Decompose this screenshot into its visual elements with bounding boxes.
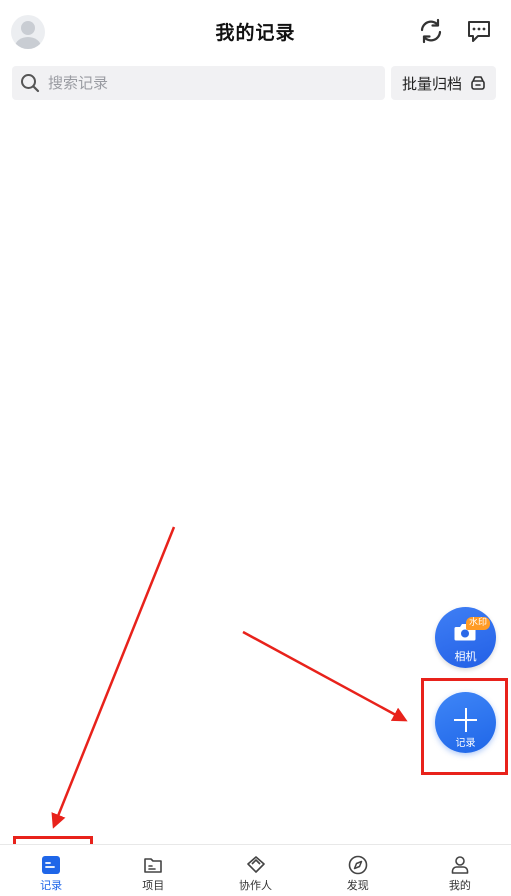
batch-archive-button[interactable]: 批量归档	[391, 66, 496, 100]
archive-icon	[471, 76, 485, 90]
search-input[interactable]	[46, 73, 350, 93]
arrow-to-record-tab	[51, 526, 176, 829]
search-bar[interactable]	[12, 66, 385, 100]
compass-icon	[348, 855, 368, 875]
folder-icon	[144, 858, 163, 873]
tab-collaborators[interactable]: 协作人	[204, 845, 306, 896]
tab-mine[interactable]: 我的	[409, 845, 511, 896]
record-icon	[42, 856, 61, 874]
highlight-box-fab	[421, 678, 508, 775]
sync-button[interactable]	[417, 17, 445, 45]
collaborator-icon	[246, 856, 265, 873]
tab-records-label: 记录	[40, 879, 63, 892]
batch-archive-label: 批量归档	[402, 74, 463, 93]
tab-records[interactable]: 记录	[0, 845, 102, 896]
tab-projects-label: 项目	[142, 879, 165, 892]
search-icon	[21, 74, 40, 93]
bottom-tab-bar: 记录 项目 协作人 发现 我的	[0, 844, 511, 896]
message-icon	[468, 21, 490, 42]
tab-collaborators-label: 协作人	[239, 879, 272, 892]
profile-icon	[451, 856, 469, 874]
camera-fab-label: 相机	[454, 650, 477, 663]
tab-projects[interactable]: 项目	[102, 845, 204, 896]
arrow-to-record-fab	[242, 630, 408, 722]
top-header: 我的记录	[0, 0, 511, 62]
tab-mine-label: 我的	[448, 879, 471, 892]
tab-discover[interactable]: 发现	[307, 845, 409, 896]
message-button[interactable]	[465, 17, 493, 45]
tab-discover-label: 发现	[346, 879, 369, 892]
sync-icon	[420, 18, 442, 44]
camera-fab-button[interactable]: 水印 相机	[435, 607, 496, 668]
watermark-badge: 水印	[466, 617, 491, 630]
